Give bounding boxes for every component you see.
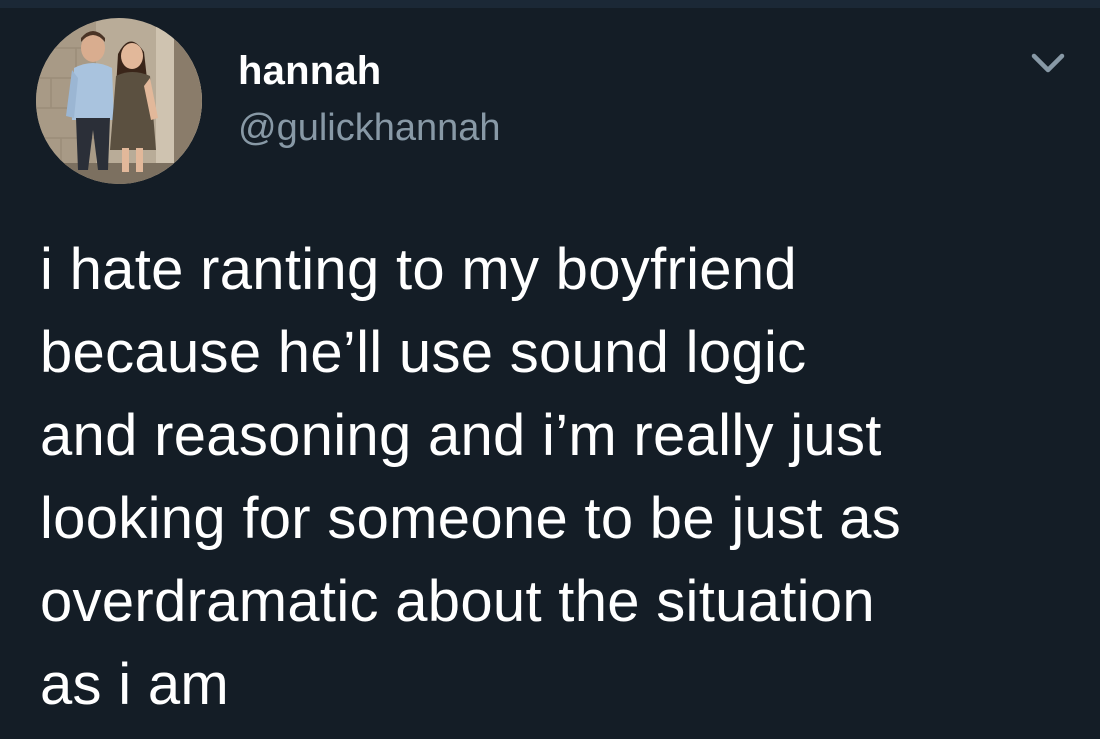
- chevron-down-icon: [1031, 53, 1065, 73]
- tweet-text-line: looking for someone to be just as: [40, 486, 902, 551]
- tweet-menu-button[interactable]: [1026, 48, 1070, 78]
- tweet-text: i hate ranting to my boyfriend because h…: [40, 228, 1080, 726]
- tweet-text-line: and reasoning and i’m really just: [40, 403, 882, 468]
- tweet-author: hannah @gulickhannah: [238, 48, 501, 150]
- tweet-card: hannah @gulickhannah i hate ranting to m…: [0, 0, 1100, 739]
- tweet-text-line: i hate ranting to my boyfriend: [40, 237, 797, 302]
- tweet-text-line: overdramatic about the situation: [40, 569, 875, 634]
- user-handle[interactable]: @gulickhannah: [238, 106, 501, 150]
- profile-photo-icon: [36, 18, 202, 184]
- display-name[interactable]: hannah: [238, 48, 501, 94]
- tweet-text-line: as i am: [40, 652, 230, 717]
- avatar[interactable]: [36, 18, 202, 184]
- tweet-text-line: because he’ll use sound logic: [40, 320, 807, 385]
